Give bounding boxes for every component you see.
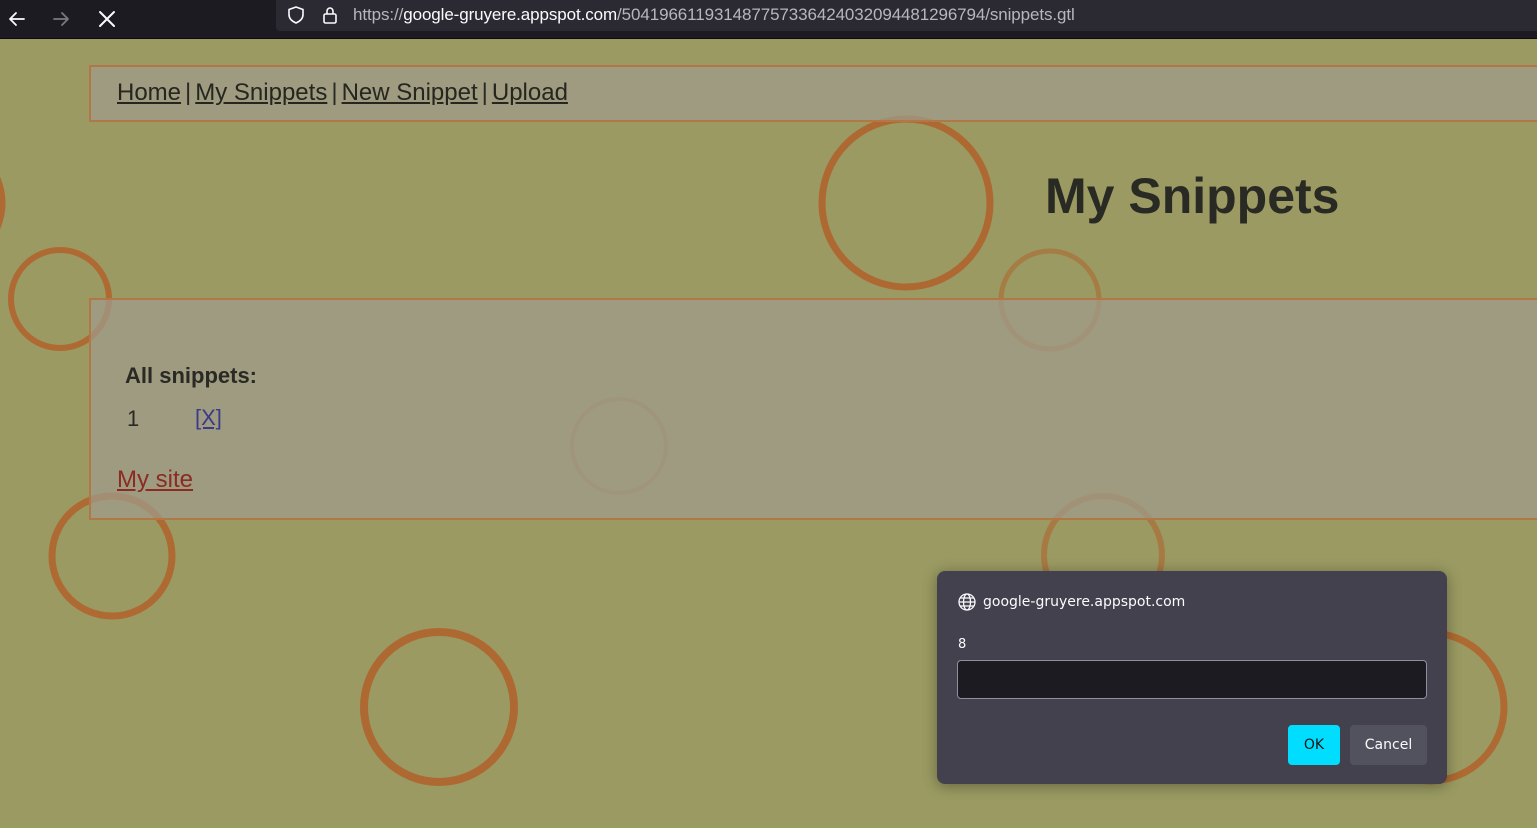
back-icon bbox=[9, 12, 25, 26]
prompt-dialog: google-gruyere.appspot.com 8 OK Cancel bbox=[937, 571, 1447, 784]
browser-toolbar: https://google-gruyere.appspot.com/50419… bbox=[0, 0, 1537, 39]
url-host: google-gruyere.appspot.com bbox=[403, 5, 618, 24]
ring bbox=[818, 115, 994, 291]
forward-icon bbox=[53, 12, 69, 26]
menu-separator: | bbox=[185, 79, 192, 106]
url-bar[interactable]: https://google-gruyere.appspot.com/50419… bbox=[276, 0, 1537, 31]
top-menu-bar: Home | My Snippets | New Snippet | Upload bbox=[89, 65, 1537, 122]
url-text[interactable]: https://google-gruyere.appspot.com/50419… bbox=[353, 5, 1075, 25]
shield-icon[interactable] bbox=[285, 4, 307, 26]
prompt-input[interactable] bbox=[957, 660, 1427, 699]
menu-new-snippet-link[interactable]: New Snippet bbox=[342, 79, 478, 106]
menu-separator: | bbox=[331, 79, 338, 106]
stop-button[interactable] bbox=[91, 3, 123, 35]
lock-icon[interactable] bbox=[319, 4, 341, 26]
menu-upload-link[interactable]: Upload bbox=[492, 79, 568, 106]
dialog-header: google-gruyere.appspot.com bbox=[957, 592, 1185, 612]
forward-button[interactable] bbox=[45, 3, 77, 35]
globe-icon bbox=[958, 593, 976, 611]
back-button[interactable] bbox=[1, 3, 33, 35]
dialog-message: 8 bbox=[958, 637, 967, 652]
ring bbox=[360, 628, 518, 786]
snippets-panel: All snippets: 1 [X] My site bbox=[89, 298, 1537, 520]
menu-links: Home | My Snippets | New Snippet | Upload bbox=[117, 79, 568, 107]
snippet-number: 1 bbox=[127, 406, 140, 431]
page-title: My Snippets bbox=[1045, 168, 1340, 224]
delete-snippet-link[interactable]: [X] bbox=[195, 405, 222, 431]
url-path: /504196611931487757336424032094481296794… bbox=[617, 5, 1075, 24]
menu-home-link[interactable]: Home bbox=[117, 79, 181, 106]
my-site-link[interactable]: My site bbox=[117, 466, 193, 494]
menu-my-snippets-link[interactable]: My Snippets bbox=[195, 79, 327, 106]
cancel-button[interactable]: Cancel bbox=[1350, 725, 1427, 765]
url-prefix: https:// bbox=[353, 5, 404, 24]
menu-separator: | bbox=[481, 79, 488, 106]
all-snippets-heading: All snippets: bbox=[125, 363, 258, 388]
ok-button[interactable]: OK bbox=[1288, 725, 1340, 765]
ring bbox=[0, 176, 6, 230]
stop-icon bbox=[99, 11, 115, 27]
dialog-origin: google-gruyere.appspot.com bbox=[983, 594, 1186, 610]
